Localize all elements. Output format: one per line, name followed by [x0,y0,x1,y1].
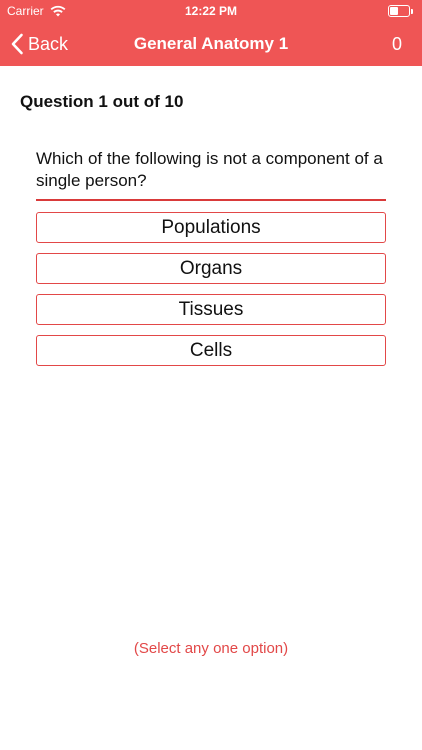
top-bar: Carrier 12:22 PM Back General Anatomy 1 … [0,0,422,66]
options-list: Populations Organs Tissues Cells [36,212,386,366]
battery-cap [411,8,413,14]
option-button-organs[interactable]: Organs [36,253,386,284]
app-screen: Carrier 12:22 PM Back General Anatomy 1 … [0,0,422,750]
question-text: Which of the following is not a componen… [36,149,383,190]
score-counter: 0 [391,33,402,54]
nav-title: General Anatomy 1 [133,34,289,53]
option-button-cells[interactable]: Cells [36,335,386,366]
selection-hint: (Select any one option) [133,640,289,657]
battery-icon [388,5,414,17]
option-button-populations[interactable]: Populations [36,212,386,243]
status-time: 12:22 PM [184,4,238,18]
question-counter: Question 1 out of 10 [20,92,184,111]
status-bar: Carrier 12:22 PM [0,0,422,22]
navigation-bar: Back General Anatomy 1 0 [0,22,422,66]
question-divider [36,199,386,201]
battery-body [388,5,410,17]
option-button-tissues[interactable]: Tissues [36,294,386,325]
battery-level [390,7,399,15]
